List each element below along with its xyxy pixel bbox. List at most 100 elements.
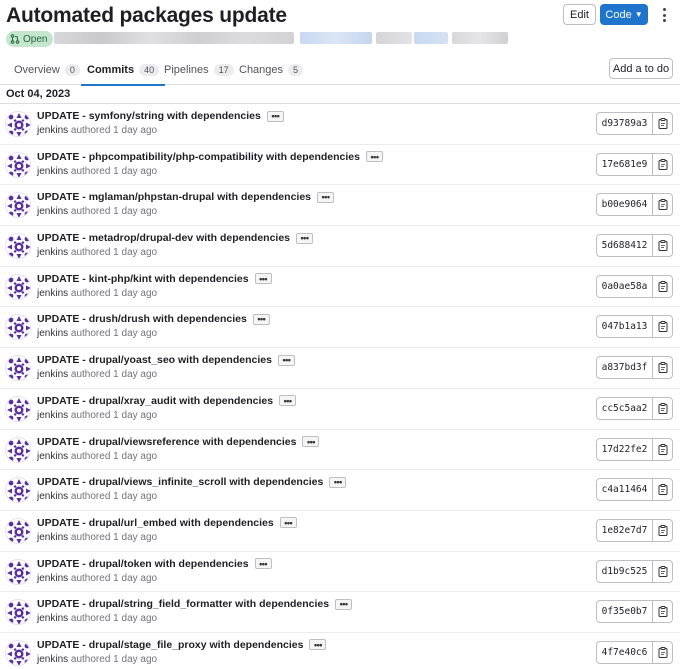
commit-title-link[interactable]: UPDATE - drupal/url_embed with dependenc… bbox=[37, 517, 274, 529]
ellipsis-icon[interactable]: ••• bbox=[366, 151, 383, 163]
copy-sha-button[interactable] bbox=[653, 439, 672, 460]
tab-overview[interactable]: Overview 0 bbox=[14, 55, 80, 85]
copy-sha-button[interactable] bbox=[653, 113, 672, 134]
ellipsis-icon[interactable]: ••• bbox=[302, 436, 320, 447]
commit-author-link[interactable]: jenkins bbox=[37, 288, 71, 299]
commit-title-link[interactable]: UPDATE - phpcompatibility/php-compatibil… bbox=[37, 151, 360, 163]
commit-title-link[interactable]: UPDATE - drupal/yoast_seo with dependenc… bbox=[37, 354, 272, 366]
avatar[interactable] bbox=[5, 355, 31, 382]
ellipsis-icon[interactable]: ••• bbox=[329, 476, 347, 488]
commit-title-link[interactable]: UPDATE - drush/drush with dependencies bbox=[37, 313, 247, 325]
tab-changes[interactable]: Changes 5 bbox=[239, 55, 304, 85]
ellipsis-icon[interactable]: ••• bbox=[296, 232, 314, 244]
avatar[interactable] bbox=[5, 517, 31, 544]
commit-author-link[interactable]: jenkins bbox=[37, 491, 71, 502]
identicon-icon bbox=[6, 274, 30, 299]
commit-sha-button[interactable]: 1e82e7d7 bbox=[597, 519, 653, 541]
avatar[interactable] bbox=[5, 273, 31, 300]
commit-title-link[interactable]: UPDATE - kint-php/kint with dependencies bbox=[37, 273, 249, 285]
tab-pipelines[interactable]: Pipelines 17 bbox=[164, 55, 234, 85]
copy-sha-button[interactable] bbox=[653, 357, 672, 378]
commit-author-link[interactable]: jenkins bbox=[37, 532, 71, 543]
avatar[interactable] bbox=[5, 436, 31, 463]
ellipsis-icon[interactable]: ••• bbox=[266, 110, 284, 122]
copy-sha-button[interactable] bbox=[653, 235, 672, 256]
commit-sha-group: c4a11464 bbox=[596, 478, 673, 502]
ellipsis-icon[interactable]: ••• bbox=[254, 558, 272, 570]
ellipsis-icon[interactable]: ••• bbox=[277, 354, 295, 366]
clipboard-icon bbox=[658, 565, 667, 577]
commit-sha-group: cc5c5aa2 bbox=[596, 396, 673, 420]
avatar[interactable] bbox=[5, 639, 31, 666]
edit-button[interactable]: Edit bbox=[563, 4, 596, 25]
commit-author-link[interactable]: jenkins bbox=[37, 125, 71, 136]
ellipsis-icon[interactable]: ••• bbox=[317, 191, 334, 203]
commit-sha-button[interactable]: d1b9c525 bbox=[597, 560, 653, 582]
commit-sha-button[interactable]: a837bd3f bbox=[597, 357, 653, 379]
add-todo-button[interactable]: Add a to do bbox=[609, 58, 673, 79]
commit-title-link[interactable]: UPDATE - drupal/xray_audit with dependen… bbox=[37, 395, 273, 407]
avatar[interactable] bbox=[5, 151, 31, 178]
copy-sha-button[interactable] bbox=[653, 561, 672, 582]
avatar[interactable] bbox=[5, 477, 31, 504]
commit-author-link[interactable]: jenkins bbox=[37, 573, 71, 584]
commit-sha-button[interactable]: 0a0ae58a bbox=[597, 275, 653, 297]
copy-sha-button[interactable] bbox=[653, 154, 672, 175]
commit-author-link[interactable]: jenkins bbox=[37, 206, 71, 217]
identicon-icon bbox=[6, 640, 30, 665]
commit-message: UPDATE - drupal/url_embed with dependenc… bbox=[37, 517, 297, 529]
ellipsis-icon[interactable]: ••• bbox=[254, 273, 272, 285]
commit-title-link[interactable]: UPDATE - drupal/token with dependencies bbox=[37, 558, 249, 570]
copy-sha-button[interactable] bbox=[653, 479, 672, 500]
commit-author-link[interactable]: jenkins bbox=[37, 247, 71, 258]
commit-author-link[interactable]: jenkins bbox=[37, 369, 71, 380]
copy-sha-button[interactable] bbox=[653, 194, 672, 215]
commit-sha-button[interactable]: 047b1a13 bbox=[597, 316, 653, 338]
avatar[interactable] bbox=[5, 233, 31, 260]
copy-sha-button[interactable] bbox=[653, 642, 672, 663]
avatar[interactable] bbox=[5, 558, 31, 585]
identicon-icon bbox=[6, 396, 30, 421]
ellipsis-icon[interactable]: ••• bbox=[252, 313, 270, 325]
ellipsis-icon[interactable]: ••• bbox=[279, 517, 297, 529]
copy-sha-button[interactable] bbox=[653, 316, 672, 337]
avatar[interactable] bbox=[5, 599, 31, 626]
commit-title-link[interactable]: UPDATE - drupal/views_infinite_scroll wi… bbox=[37, 476, 323, 488]
copy-sha-button[interactable] bbox=[653, 520, 672, 541]
commit-title-link[interactable]: UPDATE - drupal/stage_file_proxy with de… bbox=[37, 639, 303, 651]
commit-sha-button[interactable]: 17e681e9 bbox=[597, 153, 653, 175]
commit-author-link[interactable]: jenkins bbox=[37, 328, 71, 339]
commit-title-link[interactable]: UPDATE - drupal/string_field_formatter w… bbox=[37, 598, 329, 610]
avatar[interactable] bbox=[5, 395, 31, 422]
commit-title-link[interactable]: UPDATE - metadrop/drupal-dev with depend… bbox=[37, 232, 290, 244]
commit-author-link[interactable]: jenkins bbox=[37, 654, 71, 665]
commit-sha-button[interactable]: d93789a3 bbox=[597, 113, 653, 134]
commit-sha-button[interactable]: 5d688412 bbox=[597, 235, 653, 257]
commit-sha-button[interactable]: 4f7e40c6 bbox=[597, 641, 653, 663]
ellipsis-icon[interactable]: ••• bbox=[335, 598, 353, 610]
commit-author-link[interactable]: jenkins bbox=[37, 410, 71, 421]
commit-author-link[interactable]: jenkins bbox=[37, 613, 71, 624]
code-dropdown-button[interactable]: Code ▼ bbox=[600, 4, 648, 25]
ellipsis-icon[interactable]: ••• bbox=[279, 395, 297, 407]
copy-sha-button[interactable] bbox=[653, 601, 672, 622]
avatar[interactable] bbox=[5, 192, 31, 219]
commit-sha-button[interactable]: c4a11464 bbox=[597, 479, 653, 501]
avatar[interactable] bbox=[5, 314, 31, 341]
commit-author-link[interactable]: jenkins bbox=[37, 451, 71, 462]
commit-sha-button[interactable]: 17d22fe2 bbox=[597, 438, 653, 460]
commit-sha-button[interactable]: cc5c5aa2 bbox=[597, 397, 653, 419]
commit-sha-button[interactable]: 0f35e0b7 bbox=[597, 601, 653, 623]
commit-title-link[interactable]: UPDATE - mglaman/phpstan-drupal with dep… bbox=[37, 191, 311, 203]
copy-sha-button[interactable] bbox=[653, 276, 672, 297]
commit-title-link[interactable]: UPDATE - drupal/viewsreference with depe… bbox=[37, 436, 296, 448]
commit-author-link[interactable]: jenkins bbox=[37, 166, 71, 177]
tab-commits[interactable]: Commits 40 bbox=[80, 55, 166, 86]
clipboard-icon bbox=[658, 484, 667, 496]
commit-sha-button[interactable]: b00e9064 bbox=[597, 194, 653, 216]
more-actions-icon[interactable] bbox=[658, 6, 670, 24]
avatar[interactable] bbox=[5, 111, 31, 137]
commit-title-link[interactable]: UPDATE - symfony/string with dependencie… bbox=[37, 110, 261, 122]
copy-sha-button[interactable] bbox=[653, 398, 672, 419]
ellipsis-icon[interactable]: ••• bbox=[309, 639, 327, 651]
